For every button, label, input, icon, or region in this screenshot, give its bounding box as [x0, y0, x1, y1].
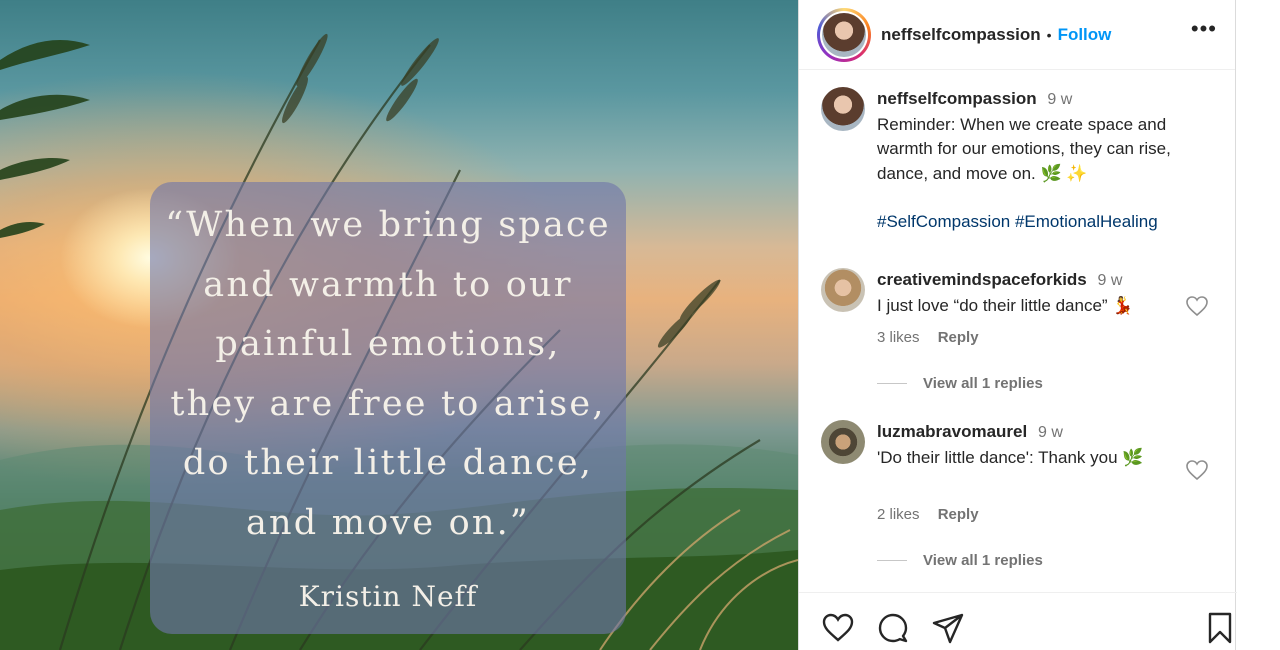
quote-text: “When we bring space and warmth to our p… [150, 196, 626, 553]
comment-heart-icon[interactable] [1185, 295, 1209, 317]
avatar [822, 12, 866, 57]
comment-meta: 3 likes Reply [877, 329, 993, 346]
comments-list[interactable]: neffselfcompassion 9 w Reminder: When we… [799, 70, 1237, 592]
post-side-panel: neffselfcompassion • Follow ••• neffself… [798, 0, 1237, 650]
comment-body: creativemindspaceforkids 9 w I just love… [877, 268, 1187, 318]
caption-hashtags[interactable]: #SelfCompassion #EmotionalHealing [877, 210, 1187, 235]
view-replies-label: View all 1 replies [923, 552, 1043, 569]
reply-button[interactable]: Reply [938, 329, 979, 346]
quote-line: and move on.” [245, 502, 531, 543]
reply-button[interactable]: Reply [938, 506, 979, 523]
quote-line: they are free to arise, [170, 383, 606, 424]
post-header: neffselfcompassion • Follow ••• [799, 0, 1235, 70]
header-username[interactable]: neffselfcompassion [881, 25, 1041, 45]
comment-item: creativemindspaceforkids 9 w I just love… [821, 268, 1221, 398]
caption-username[interactable]: neffselfcompassion [877, 89, 1037, 108]
divider-line [877, 383, 907, 384]
avatar[interactable] [821, 420, 865, 464]
caption-body: neffselfcompassion 9 w Reminder: When we… [877, 87, 1187, 235]
bookmark-icon[interactable] [1203, 611, 1237, 645]
ellipsis-icon[interactable]: ••• [1191, 18, 1217, 40]
comment-text: 'Do their little dance': Thank you 🌿 [877, 447, 1144, 467]
comment-body: luzmabravomaurel 9 w 'Do their little da… [877, 420, 1187, 470]
quote-author: Kristin Neff [298, 580, 478, 613]
heart-icon[interactable] [821, 611, 855, 645]
comment-username[interactable]: creativemindspaceforkids [877, 270, 1087, 289]
avatar[interactable] [821, 87, 865, 131]
paper-plane-icon[interactable] [931, 611, 965, 645]
separator-dot: • [1046, 26, 1052, 43]
follow-button[interactable]: Follow [1058, 25, 1112, 45]
comment-text: I just love “do their little dance” 💃 [877, 295, 1134, 315]
caption-text: Reminder: When we create space and warmt… [877, 114, 1171, 183]
view-replies-button[interactable]: View all 1 replies [877, 375, 1043, 392]
comment-meta: 2 likes Reply [877, 506, 993, 523]
view-replies-label: View all 1 replies [923, 375, 1043, 392]
quote-line: “When we bring space [165, 205, 611, 245]
comment-icon[interactable] [876, 611, 910, 645]
avatar[interactable] [821, 268, 865, 312]
divider-line [877, 560, 907, 561]
quote-line: painful emotions, [215, 324, 561, 364]
post-image[interactable]: “When we bring space and warmth to our p… [0, 0, 798, 650]
caption: neffselfcompassion 9 w Reminder: When we… [821, 87, 1221, 247]
comment-username[interactable]: luzmabravomaurel [877, 422, 1027, 441]
action-bar [799, 592, 1237, 650]
likes-count[interactable]: 2 likes [877, 506, 920, 523]
quote-line: and warmth to our [203, 264, 573, 305]
story-ring-avatar[interactable] [817, 7, 871, 62]
comment-time: 9 w [1097, 272, 1123, 289]
comment-heart-icon[interactable] [1185, 459, 1209, 481]
comment-time: 9 w [1037, 424, 1063, 441]
quote-line: do their little dance, [182, 443, 594, 483]
likes-count[interactable]: 3 likes [877, 329, 920, 346]
view-replies-button[interactable]: View all 1 replies [877, 552, 1043, 569]
comment-item: luzmabravomaurel 9 w 'Do their little da… [821, 420, 1221, 570]
caption-time: 9 w [1047, 91, 1073, 108]
